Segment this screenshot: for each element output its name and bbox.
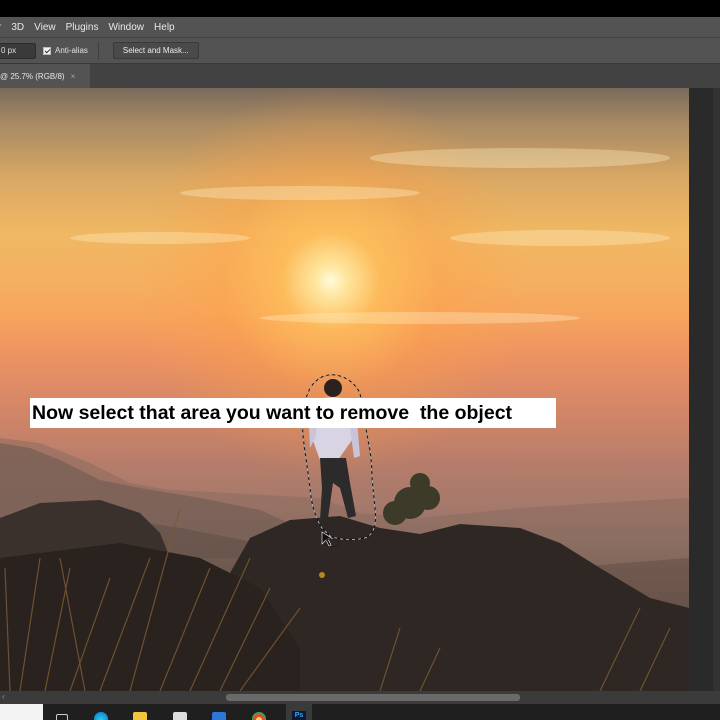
right-panel-gap — [689, 88, 720, 691]
document-canvas[interactable]: Now select that area you want to remove … — [0, 88, 689, 691]
document-tab-title: @ 25.7% (RGB/8) — [0, 72, 65, 81]
task-view-icon[interactable] — [56, 714, 68, 720]
windows-taskbar: Ps — [0, 704, 720, 720]
landscape-image — [0, 148, 689, 691]
menu-item-view[interactable]: View — [29, 22, 61, 33]
edge-icon[interactable] — [94, 712, 108, 720]
mail-icon[interactable] — [212, 712, 226, 720]
instruction-caption: Now select that area you want to remove … — [30, 398, 556, 428]
taskbar-search-box[interactable] — [0, 704, 43, 720]
options-bar: 0 px Anti-alias Select and Mask... — [0, 37, 720, 63]
document-tab[interactable]: @ 25.7% (RGB/8) × — [0, 64, 90, 89]
document-tab-bar: @ 25.7% (RGB/8) × — [0, 63, 720, 89]
menu-item-window[interactable]: Window — [103, 22, 149, 33]
menu-item-help[interactable]: Help — [149, 22, 180, 33]
chrome-icon[interactable] — [252, 712, 266, 720]
photoshop-icon: Ps — [292, 711, 306, 720]
scrollbar-thumb[interactable] — [226, 694, 520, 701]
horizontal-scrollbar[interactable]: ‹ — [0, 691, 720, 704]
scroll-left-icon[interactable]: ‹ — [2, 692, 5, 701]
anti-alias-label: Anti-alias — [55, 46, 88, 55]
anti-alias-checkbox[interactable] — [43, 46, 51, 55]
panel-edge — [713, 88, 720, 691]
menu-item-plugins[interactable]: Plugins — [61, 22, 104, 33]
anti-alias-option[interactable]: Anti-alias — [43, 46, 88, 55]
file-explorer-icon[interactable] — [133, 712, 147, 720]
close-tab-icon[interactable]: × — [71, 72, 76, 81]
options-divider — [97, 41, 99, 60]
menu-bar: r 3D View Plugins Window Help — [0, 17, 720, 37]
menu-item-3d[interactable]: 3D — [6, 22, 29, 33]
photoshop-taskbar-button[interactable]: Ps — [286, 704, 312, 720]
select-and-mask-button[interactable]: Select and Mask... — [112, 42, 199, 59]
screen-top-border — [0, 0, 720, 17]
feather-input[interactable]: 0 px — [0, 42, 36, 59]
store-icon[interactable] — [173, 712, 187, 720]
